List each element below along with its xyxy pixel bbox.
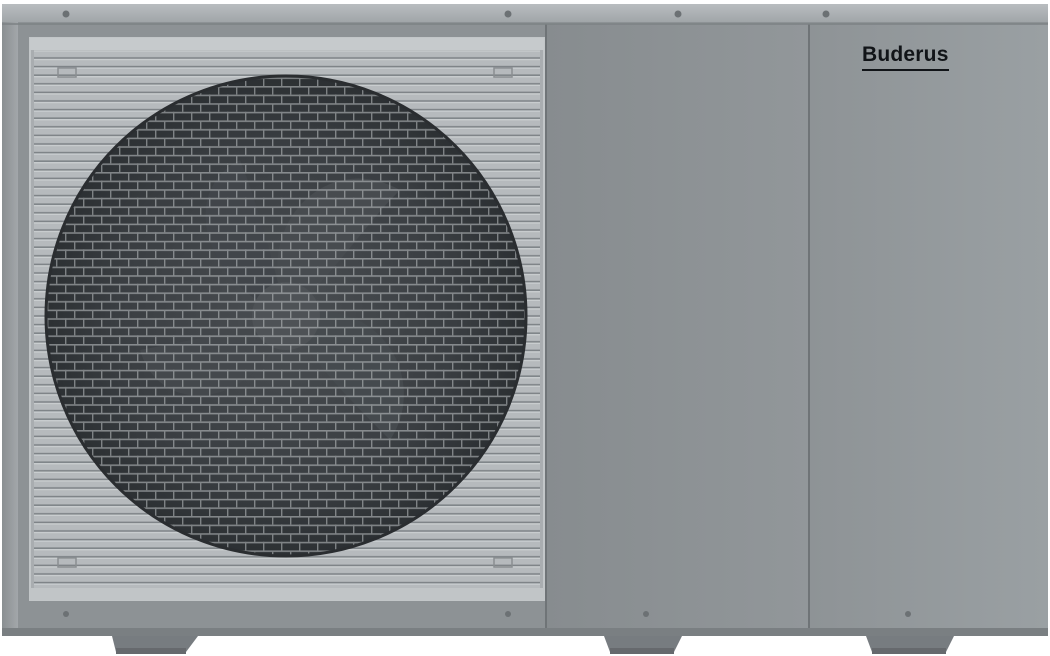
brand-logo: Buderus [862,44,949,71]
unit-top-cover [2,4,1048,24]
heat-pump-unit [2,4,1048,654]
left-side-edge [2,22,18,636]
service-panel-middle [546,24,809,636]
service-panel-right [809,24,1048,636]
mounting-foot-icon [112,636,954,654]
